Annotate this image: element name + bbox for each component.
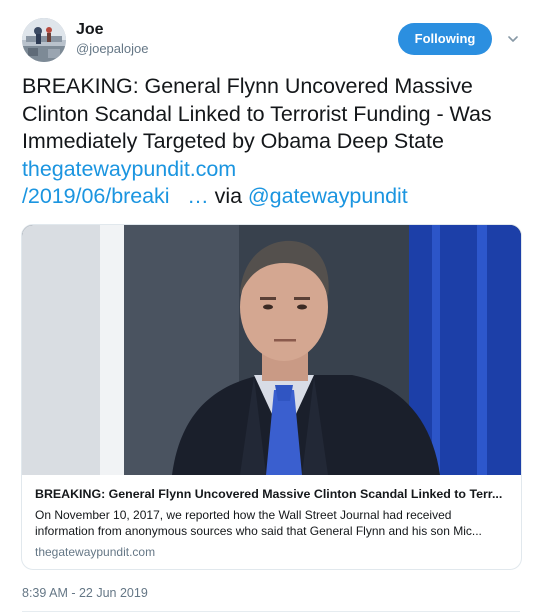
tweet-link-ellipsis[interactable]: … [187, 184, 209, 208]
chevron-down-icon[interactable] [506, 32, 520, 46]
tweet-timestamp[interactable]: 8:39 AM - 22 Jun 2019 [22, 585, 148, 601]
tweet-mention-link[interactable]: @gatewaypundit [248, 184, 408, 208]
card-domain: thegatewaypundit.com [35, 545, 156, 559]
card-image[interactable] [22, 225, 521, 475]
tweet-container: Joe @joepalojoe Following BREAKING: Gene… [0, 0, 540, 614]
tweet-body-text: BREAKING: General Flynn Uncovered Massiv… [22, 74, 492, 154]
tweet-link-domain[interactable]: thegatewaypundit.com [22, 157, 236, 181]
avatar[interactable] [22, 18, 66, 62]
tweet-text: BREAKING: General Flynn Uncovered Massiv… [22, 73, 527, 211]
tweet-link-path[interactable]: /2019/06/breaki [22, 184, 170, 208]
card-description-line: On November 10, 2017, we reported how th… [35, 508, 452, 522]
tweet-link[interactable]: thegatewaypundit.com/2019/06/breaki … [22, 157, 236, 209]
divider [22, 611, 520, 612]
following-button[interactable]: Following [398, 23, 492, 55]
user-handle[interactable]: @joepalojoe [76, 41, 148, 57]
card-description-line: information from anonymous sources who s… [35, 524, 482, 538]
link-preview-card[interactable]: BREAKING: General Flynn Uncovered Massiv… [21, 224, 522, 570]
card-description: On November 10, 2017, we reported how th… [35, 507, 511, 539]
tweet-via-text: via [208, 184, 248, 209]
user-display-name[interactable]: Joe [76, 20, 104, 40]
card-title[interactable]: BREAKING: General Flynn Uncovered Massiv… [35, 486, 511, 502]
